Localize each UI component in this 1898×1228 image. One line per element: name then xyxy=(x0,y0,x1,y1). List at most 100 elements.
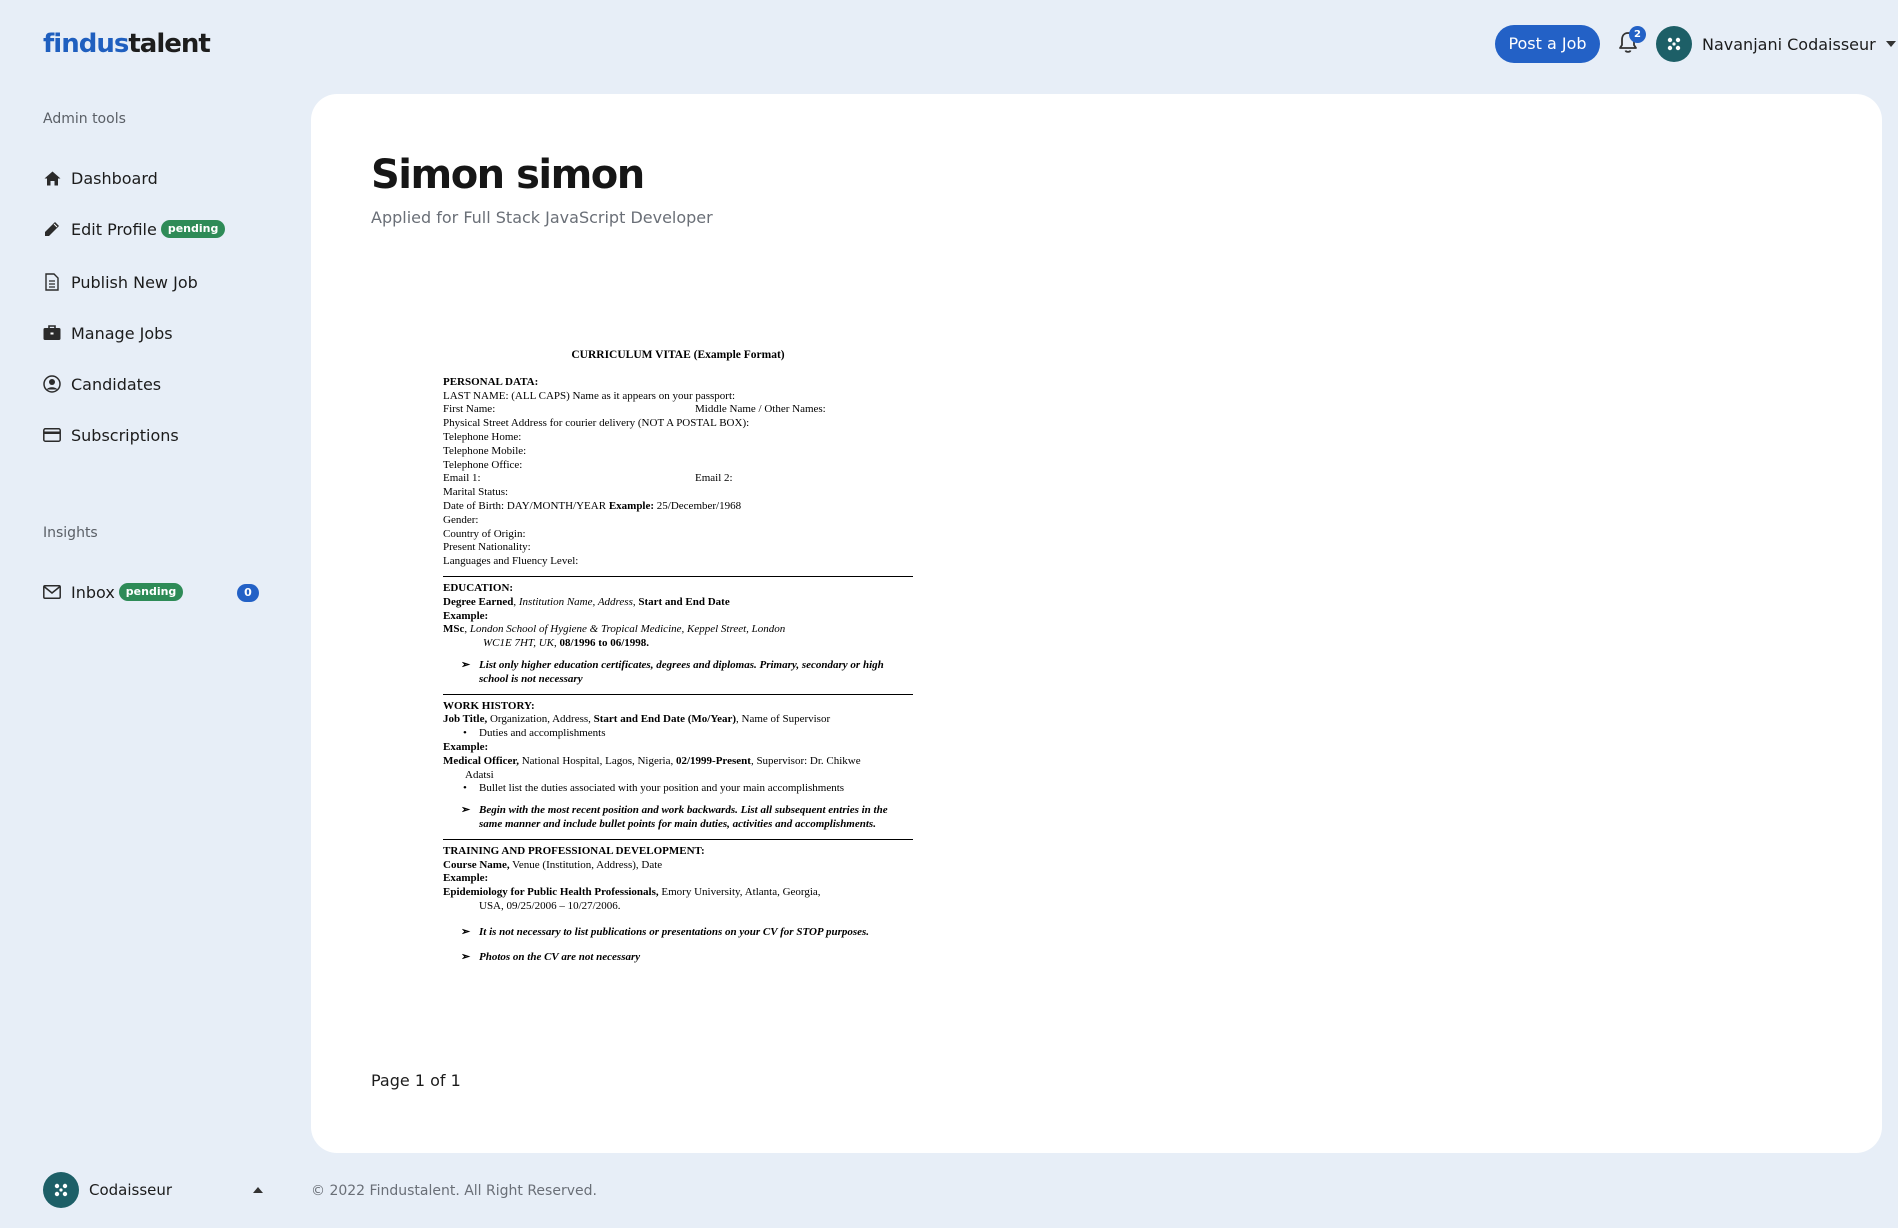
cv-line: Telephone Mobile: xyxy=(443,444,527,457)
cv-note: ➢ Photos on the CV are not necessary xyxy=(443,951,913,965)
cv-line: Example: xyxy=(443,740,489,753)
cv-text: List only higher education certificates,… xyxy=(479,658,884,685)
cv-text: Epidemiology for Public Health Professio… xyxy=(443,886,659,899)
cv-line: Telephone Office: xyxy=(443,458,523,471)
cv-text: It is not necessary to list publications… xyxy=(479,925,870,938)
sidebar-item-label: Manage Jobs xyxy=(71,323,173,343)
bullet-dot-icon: • xyxy=(463,727,467,740)
candidate-card: Simon simon Applied for Full Stack JavaS… xyxy=(311,94,1882,1153)
chevron-down-icon xyxy=(1885,41,1896,47)
admin-tools-label: Admin tools xyxy=(43,111,126,127)
credit-card-icon xyxy=(43,426,61,444)
cv-line: Middle Name / Other Names: xyxy=(695,403,826,416)
account-switcher[interactable]: Codaisseur xyxy=(43,1172,263,1208)
sidebar-item-edit-profile[interactable]: Edit Profile pending xyxy=(43,217,226,241)
cv-bullet: • Duties and accomplishments xyxy=(443,727,913,741)
cv-text: Duties and accomplishments xyxy=(479,727,606,740)
cv-text: Institution Name, Address xyxy=(518,595,633,608)
page-title: Simon simon xyxy=(371,152,645,198)
inbox-count-badge: 0 xyxy=(237,584,259,602)
cv-line: Epidemiology for Public Health Professio… xyxy=(443,886,913,900)
home-icon xyxy=(43,169,61,187)
page-indicator: Page 1 of 1 xyxy=(371,1071,461,1090)
cv-text: Venue (Institution, Address), Date xyxy=(509,858,663,871)
cv-text: Course Name, xyxy=(443,858,510,871)
cv-note: ➢ Begin with the most recent position and… xyxy=(443,804,913,832)
cv-text: Degree Earned xyxy=(443,595,514,608)
cv-text: 25/December/1968 xyxy=(654,499,742,512)
arrow-bullet-icon: ➢ xyxy=(461,925,471,938)
arrow-bullet-icon: ➢ xyxy=(461,804,471,817)
user-circle-icon xyxy=(43,375,61,393)
sidebar-item-publish-new-job[interactable]: Publish New Job xyxy=(43,270,198,294)
cv-line: Course Name, Venue (Institution, Address… xyxy=(443,859,913,873)
cv-divider xyxy=(443,838,913,840)
briefcase-icon xyxy=(43,324,61,342)
cv-line: Adatsi xyxy=(465,768,494,781)
cv-personal-heading: PERSONAL DATA: xyxy=(443,375,539,388)
avatar xyxy=(1656,26,1692,62)
sidebar-item-label: Dashboard xyxy=(71,168,158,188)
user-menu[interactable]: Navanjani Codaisseur xyxy=(1656,26,1896,62)
cv-text: Bullet list the duties associated with y… xyxy=(479,782,845,795)
cv-title: CURRICULUM VITAE (Example Format) xyxy=(571,349,785,361)
cv-text: Example: xyxy=(608,499,655,512)
cv-line: MSc, London School of Hygiene & Tropical… xyxy=(443,623,786,636)
cv-line: Date of Birth: DAY/MONTH/YEAR Example: 2… xyxy=(443,500,913,514)
cv-text: Date of Birth: DAY/MONTH/YEAR xyxy=(443,499,609,512)
cv-line: WC1E 7HT, UK, 08/1996 to 06/1998. xyxy=(483,637,650,650)
post-job-button[interactable]: Post a Job xyxy=(1495,25,1600,63)
envelope-icon xyxy=(43,583,61,601)
cv-work-heading: WORK HISTORY: xyxy=(443,699,535,712)
cv-note: ➢ List only higher education certificates… xyxy=(443,659,913,687)
cv-text: 08/1996 to 06/1998. xyxy=(559,637,650,650)
sidebar-item-label: Candidates xyxy=(71,374,162,394)
cv-line: Country of Origin: xyxy=(443,527,526,540)
sidebar-item-dashboard[interactable]: Dashboard xyxy=(43,166,158,190)
sidebar-item-candidates[interactable]: Candidates xyxy=(43,372,161,396)
cv-text: Job Title, xyxy=(443,713,488,726)
cv-text: WC1E 7HT, UK xyxy=(483,637,554,650)
cv-text: Photos on the CV are not necessary xyxy=(479,951,641,964)
arrow-bullet-icon: ➢ xyxy=(461,658,471,671)
sidebar-item-label: Subscriptions xyxy=(71,425,179,445)
cv-line: Degree Earned, Institution Name, Address… xyxy=(443,595,730,608)
cv-text: London School of Hygiene & Tropical Medi… xyxy=(469,623,786,636)
pencil-icon xyxy=(43,220,61,238)
cv-text: Start and End Date xyxy=(638,595,730,608)
cv-text: Medical Officer, xyxy=(443,754,519,767)
cv-line: Email 1: xyxy=(443,472,481,485)
cv-text: Emory University, Atlanta, Georgia, xyxy=(658,886,821,899)
cv-text: , Supervisor: Dr. Chikwe xyxy=(750,754,861,767)
cv-line: USA, 09/25/2006 – 10/27/2006. xyxy=(479,899,621,912)
cv-text: 02/1999-Present xyxy=(675,754,751,767)
pending-badge: pending xyxy=(160,220,226,238)
cv-line: Marital Status: xyxy=(443,486,509,499)
cv-text: , Name of Supervisor xyxy=(736,713,831,726)
cv-bullet: • Bullet list the duties associated with … xyxy=(443,782,913,796)
cv-line: LAST NAME: (ALL CAPS) Name as it appears… xyxy=(443,389,736,402)
insights-label: Insights xyxy=(43,525,98,541)
cv-divider xyxy=(443,693,913,695)
cv-text: Begin with the most recent position and … xyxy=(479,804,888,830)
sidebar-item-inbox[interactable]: Inbox pending xyxy=(43,580,184,604)
cv-line: Physical Street Address for courier deli… xyxy=(443,417,750,430)
findustalent-logo[interactable]: findustalent xyxy=(43,28,211,60)
cv-line: Email 2: xyxy=(695,472,733,485)
cv-text: MSc xyxy=(443,623,465,636)
cv-note: ➢ It is not necessary to list publication… xyxy=(443,926,913,940)
bullet-dot-icon: • xyxy=(463,782,467,795)
cv-education-heading: EDUCATION: xyxy=(443,581,514,594)
logo-part-1: findus xyxy=(43,29,129,59)
logo-part-2: talent xyxy=(128,29,210,59)
cv-line: Job Title, Organization, Address, Start … xyxy=(443,713,913,727)
cv-line: Telephone Home: xyxy=(443,430,522,443)
page-subtitle: Applied for Full Stack JavaScript Develo… xyxy=(371,208,713,227)
document-icon xyxy=(43,273,61,291)
cv-document-preview: CURRICULUM VITAE (Example Format) PERSON… xyxy=(443,349,913,965)
sidebar-item-manage-jobs[interactable]: Manage Jobs xyxy=(43,321,173,345)
sidebar-item-label: Inbox xyxy=(71,582,115,602)
sidebar-item-subscriptions[interactable]: Subscriptions xyxy=(43,423,179,447)
cv-line: Medical Officer, National Hospital, Lago… xyxy=(443,755,913,769)
cv-divider xyxy=(443,575,913,577)
